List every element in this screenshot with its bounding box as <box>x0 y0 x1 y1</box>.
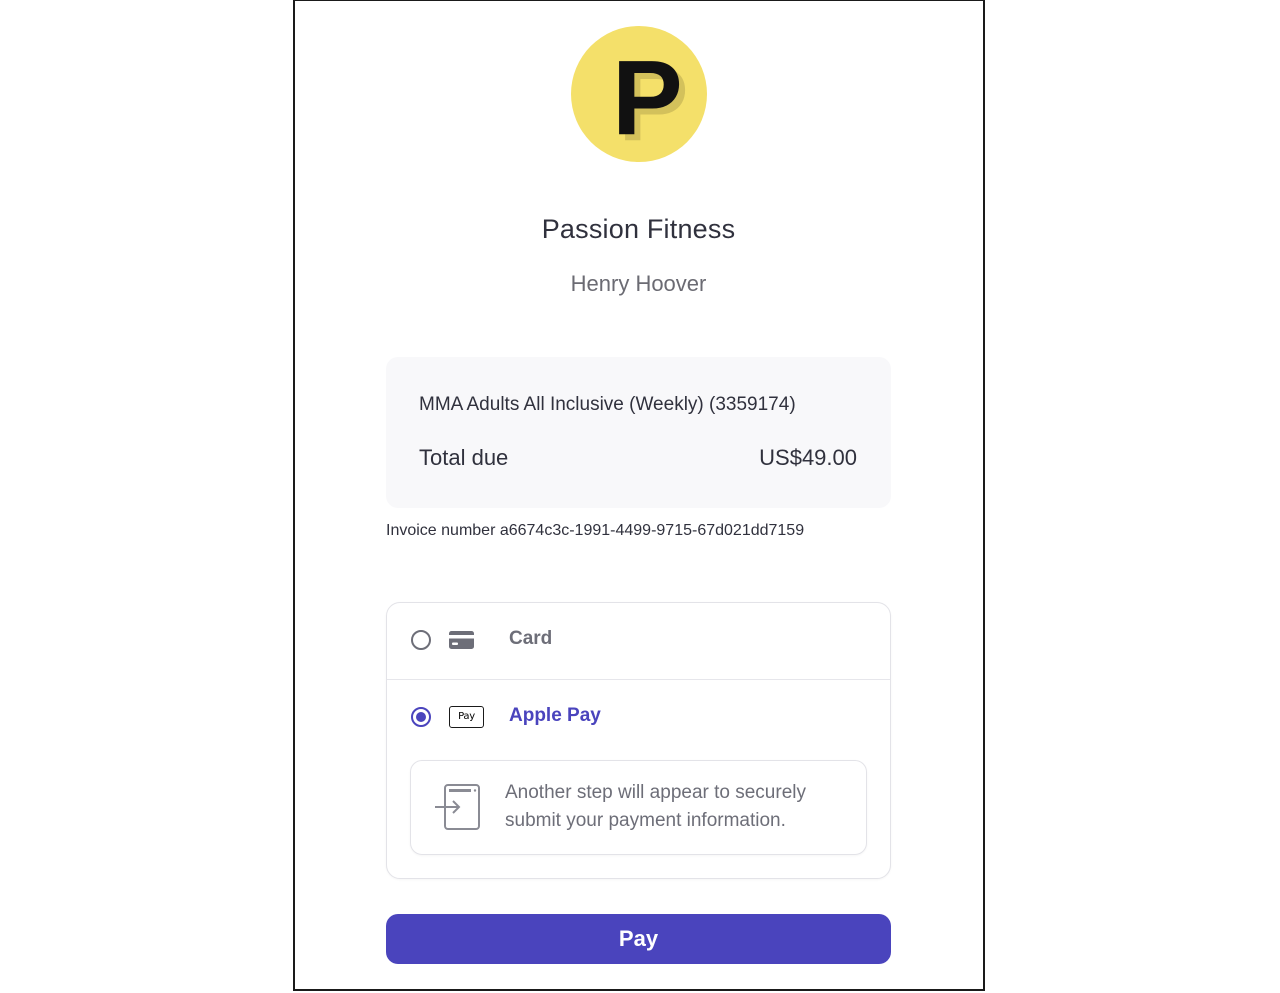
apple-pay-icon: Pay <box>449 706 484 728</box>
apple-pay-notice: Another step will appear to securely sub… <box>410 760 867 855</box>
pay-button[interactable]: Pay <box>386 914 891 964</box>
order-summary: MMA Adults All Inclusive (Weekly) (33591… <box>386 357 891 508</box>
redirect-icon <box>435 784 480 830</box>
payment-method-selector: Card Pay Apple Pay Another step will app… <box>386 602 891 879</box>
customer-name: Henry Hoover <box>570 271 707 296</box>
payment-method-apple-pay[interactable]: Pay Apple Pay <box>387 680 890 756</box>
total-due-amount: US$49.00 <box>759 445 857 470</box>
invoice-number: Invoice number a6674c3c-1991-4499-9715-6… <box>386 522 805 539</box>
apple-pay-radio[interactable] <box>411 707 431 727</box>
total-due-label: Total due <box>419 445 509 470</box>
logo-letter: P <box>612 39 683 157</box>
passion-fitness-logo: P P <box>571 26 707 162</box>
merchant-name: Passion Fitness <box>541 214 736 244</box>
credit-card-icon <box>449 631 474 649</box>
line-item-description: MMA Adults All Inclusive (Weekly) (33591… <box>419 394 796 415</box>
card-radio[interactable] <box>411 630 431 650</box>
payment-method-card[interactable]: Card <box>387 603 890 680</box>
apple-pay-label: Apple Pay <box>509 705 601 726</box>
card-label: Card <box>509 628 553 649</box>
apple-pay-notice-text: Another step will appear to securely sub… <box>505 782 806 831</box>
